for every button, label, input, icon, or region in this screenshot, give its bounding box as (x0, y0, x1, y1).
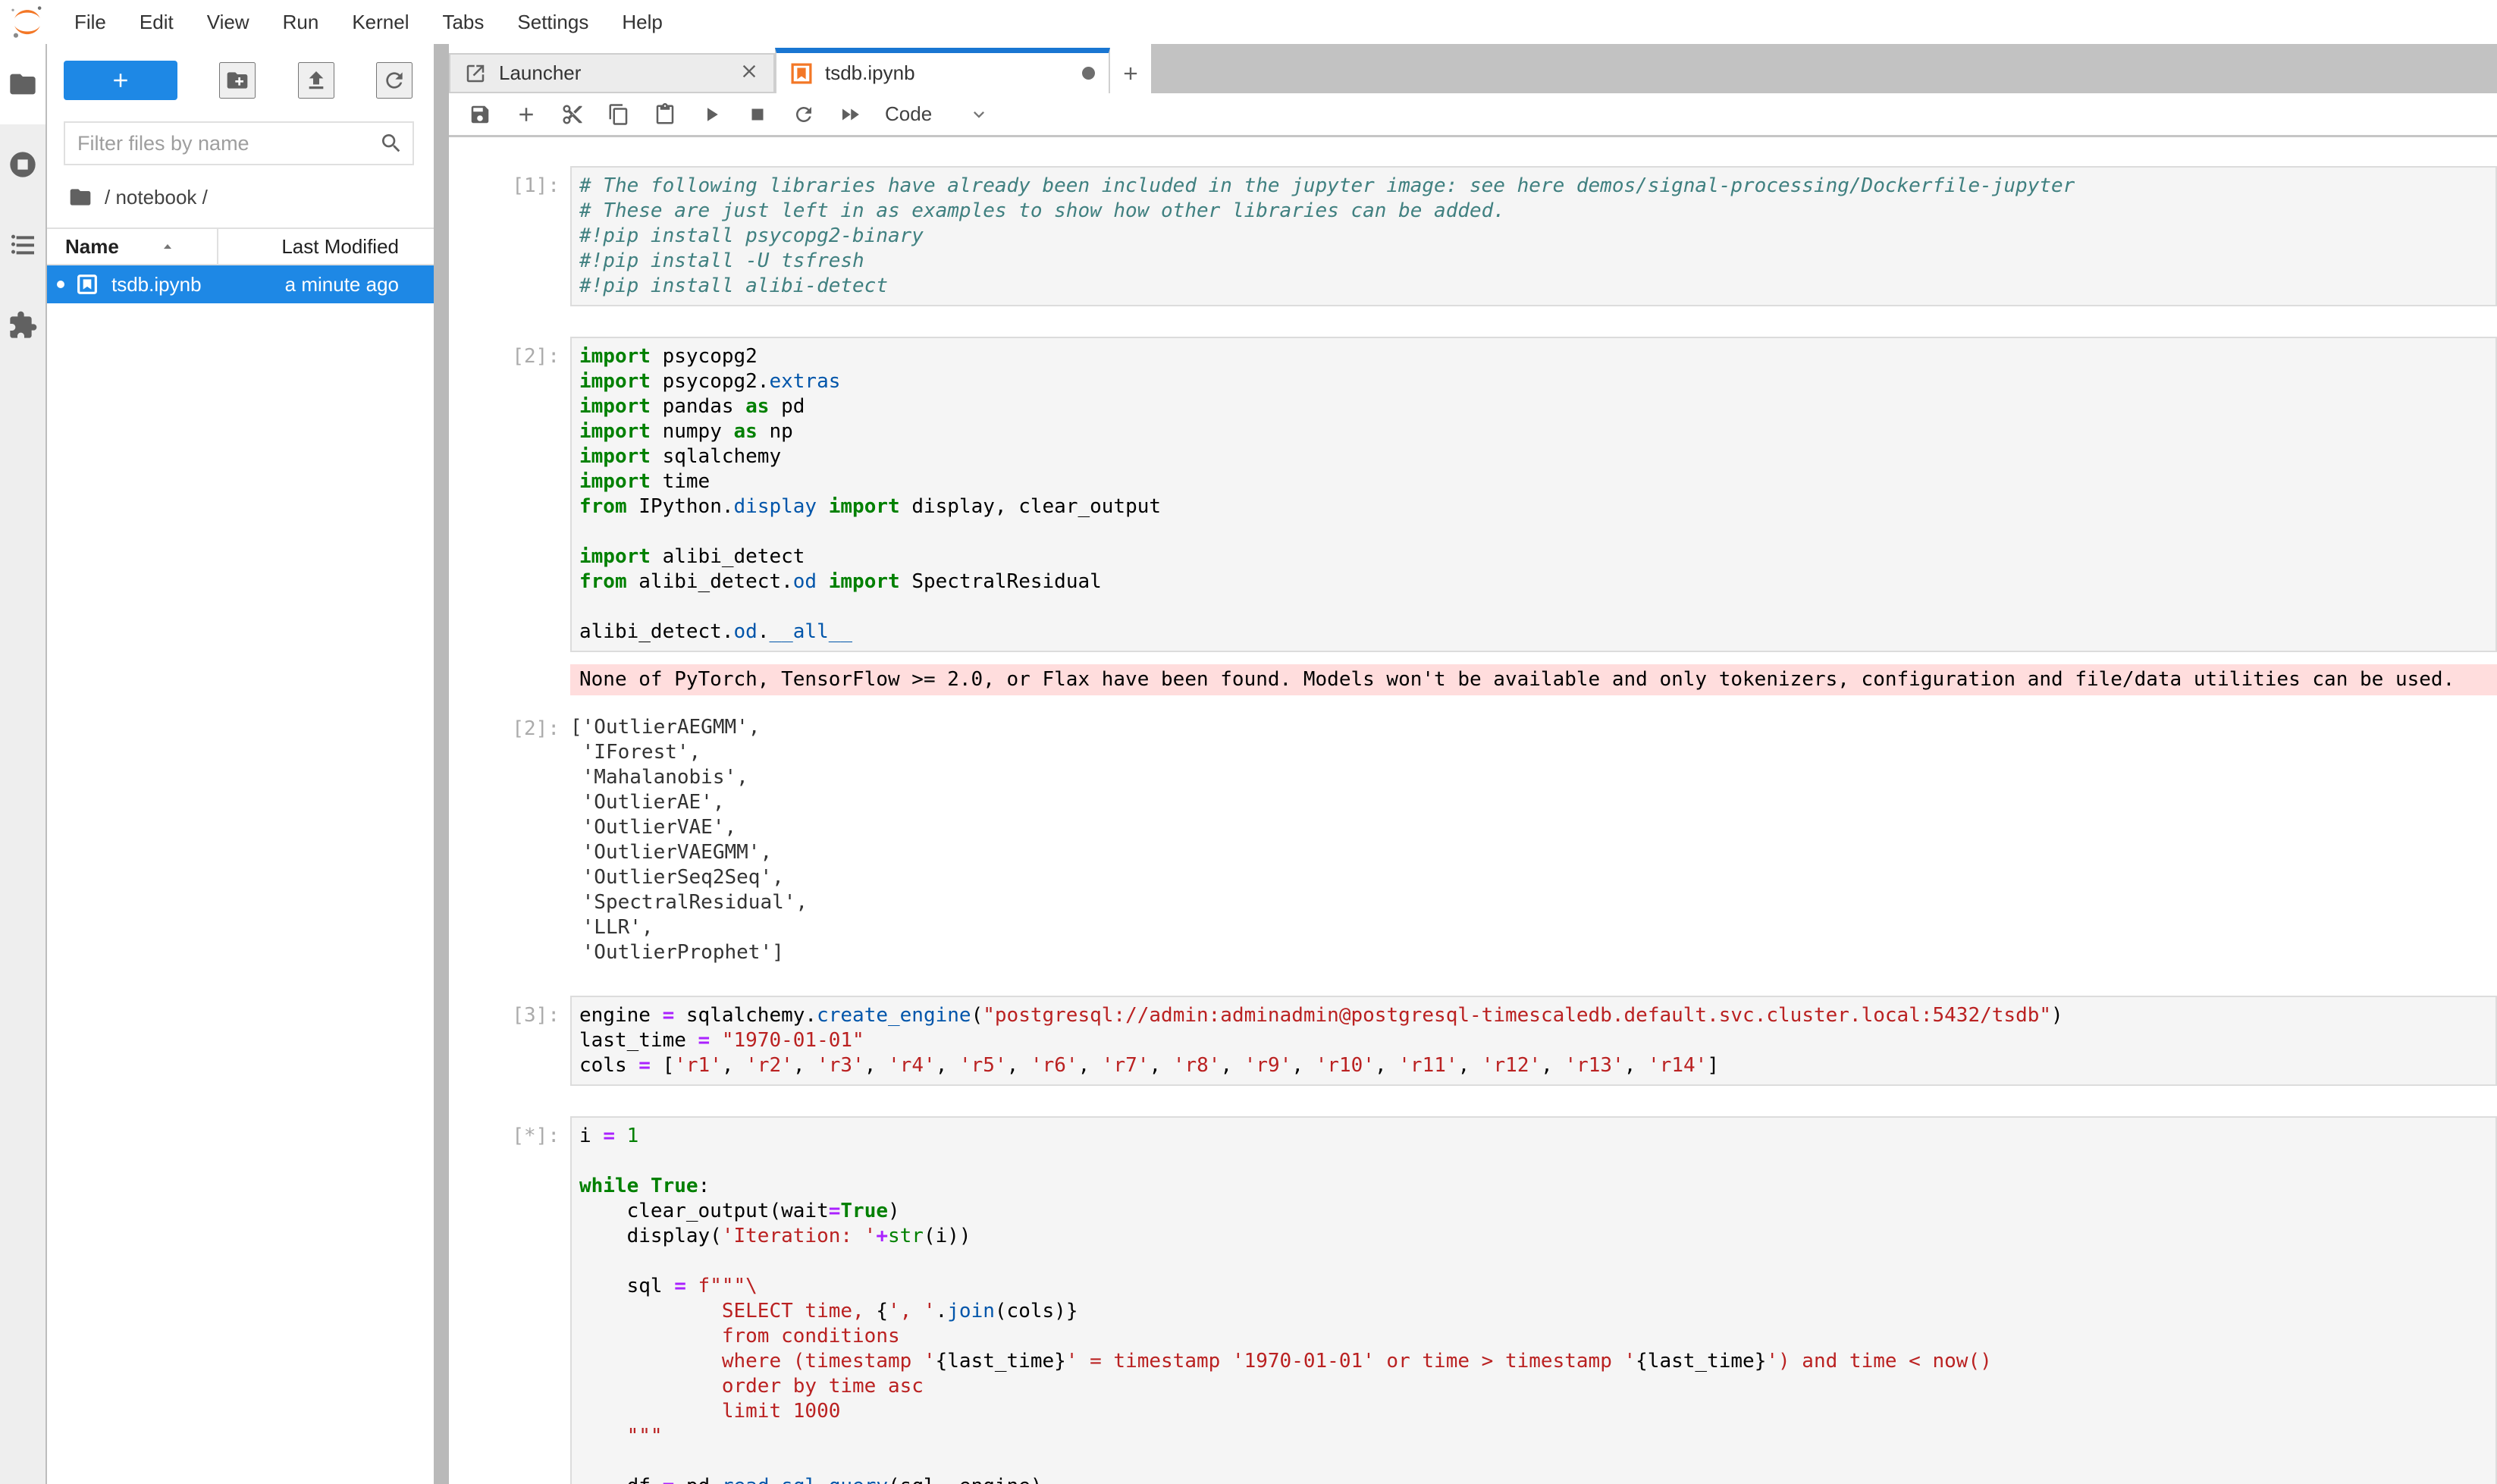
upload-icon (304, 68, 328, 93)
launcher-icon (464, 62, 487, 85)
file-modified: a minute ago (285, 273, 434, 296)
file-filter (64, 121, 414, 165)
menu-kernel[interactable]: Kernel (335, 0, 425, 44)
notebook-file-icon (75, 272, 99, 296)
tab-notebook-tsdb[interactable]: tsdb.ipynb (775, 48, 1110, 93)
tab-label: Launcher (499, 61, 581, 85)
puzzle-icon (8, 310, 38, 340)
toc-icon (8, 230, 38, 260)
new-folder-icon (225, 68, 249, 93)
input-prompt: [3]: (449, 996, 570, 1086)
new-launcher-button[interactable] (64, 61, 177, 100)
close-icon[interactable] (739, 61, 760, 86)
tab-launcher[interactable]: Launcher (449, 53, 775, 93)
output-text: ['OutlierAEGMM', 'IForest', 'Mahalanobis… (570, 709, 808, 965)
copy-button[interactable] (595, 96, 642, 133)
notebook: [1]:# The following libraries have alrea… (449, 137, 2497, 1484)
sort-ascending-icon (158, 237, 177, 256)
plus-icon (109, 69, 132, 92)
listing-header: Name Last Modified (47, 227, 434, 265)
restart-button[interactable] (780, 96, 827, 133)
run-all-icon (839, 103, 861, 126)
run-all-button[interactable] (827, 96, 873, 133)
output-prompt: [2]: (449, 709, 570, 965)
code-cell: [1]:# The following libraries have alrea… (449, 166, 2497, 306)
folder-icon (8, 69, 38, 99)
paste-icon (654, 103, 676, 126)
activity-bar (0, 44, 47, 1484)
unsaved-changes-dot-icon[interactable] (1082, 67, 1095, 80)
code-cell: [3]:engine = sqlalchemy.create_engine("p… (449, 996, 2497, 1086)
menu-tabs[interactable]: Tabs (425, 0, 500, 44)
folder-icon (68, 185, 93, 209)
chevron-down-icon (968, 104, 990, 125)
panel-splitter[interactable] (434, 44, 449, 1484)
menu-view[interactable]: View (190, 0, 266, 44)
menu-edit[interactable]: Edit (123, 0, 190, 44)
file-browser-panel: / notebook / Name Last Modified tsdb.ipy… (47, 44, 434, 1484)
breadcrumb[interactable]: / notebook / (68, 185, 434, 209)
notebook-icon (790, 62, 813, 85)
menu-run[interactable]: Run (266, 0, 336, 44)
refresh-icon (382, 68, 406, 93)
input-prompt: [*]: (449, 1116, 570, 1484)
tab-label: tsdb.ipynb (825, 61, 915, 85)
menu-items: FileEditViewRunKernelTabsSettingsHelp (58, 0, 679, 44)
cell-editor[interactable]: i = 1 while True: clear_output(wait=True… (570, 1116, 2497, 1484)
dock-panel: Launcher tsdb.ipynb Code [1] (449, 44, 2497, 1484)
save-button[interactable] (456, 96, 503, 133)
cell-editor[interactable]: engine = sqlalchemy.create_engine("postg… (570, 996, 2497, 1086)
cell-type-dropdown[interactable]: Code (885, 102, 990, 126)
restart-icon (792, 103, 815, 126)
cell-editor[interactable]: import psycopg2import psycopg2.extrasimp… (570, 337, 2497, 652)
file-browser-toolbar (64, 61, 413, 100)
save-icon (469, 103, 491, 126)
cut-button[interactable] (549, 96, 595, 133)
upload-button[interactable] (298, 62, 334, 99)
column-header-name[interactable]: Name (47, 229, 218, 264)
activity-item-running-sessions[interactable] (0, 124, 45, 205)
insert-icon (515, 103, 538, 126)
menu-settings[interactable]: Settings (500, 0, 605, 44)
file-name: tsdb.ipynb (111, 273, 202, 296)
file-row-tsdb[interactable]: tsdb.ipynb a minute ago (47, 265, 434, 303)
new-folder-button[interactable] (219, 62, 256, 99)
new-tab-button[interactable] (1110, 53, 1151, 93)
filter-files-input[interactable] (64, 121, 414, 165)
breadcrumb-path: / notebook / (105, 186, 208, 209)
unsaved-dot-icon (57, 281, 64, 288)
paste-button[interactable] (642, 96, 688, 133)
refresh-button[interactable] (376, 62, 413, 99)
stderr-output: None of PyTorch, TensorFlow >= 2.0, or F… (570, 664, 2497, 695)
menu-bar: FileEditViewRunKernelTabsSettingsHelp (0, 0, 2497, 44)
activity-item-file-browser[interactable] (0, 44, 45, 124)
cut-icon (561, 103, 584, 126)
running-icon (8, 149, 38, 180)
jupyter-logo-icon (9, 4, 45, 40)
tab-bar-filler (1151, 44, 2497, 93)
notebook-toolbar: Code (449, 93, 2497, 137)
activity-item-table-of-contents[interactable] (0, 205, 45, 285)
stop-button[interactable] (734, 96, 780, 133)
run-icon (700, 103, 723, 126)
menu-help[interactable]: Help (605, 0, 679, 44)
code-cell: [2]:import psycopg2import psycopg2.extra… (449, 337, 2497, 965)
input-prompt: [2]: (449, 337, 570, 652)
menu-file[interactable]: File (58, 0, 123, 44)
column-header-last-modified[interactable]: Last Modified (218, 235, 434, 259)
insert-button[interactable] (503, 96, 549, 133)
cell-editor[interactable]: # The following libraries have already b… (570, 166, 2497, 306)
tab-bar: Launcher tsdb.ipynb (449, 44, 2497, 93)
input-prompt: [1]: (449, 166, 570, 306)
activity-item-extensions[interactable] (0, 285, 45, 366)
stop-icon (746, 103, 769, 126)
copy-icon (607, 103, 630, 126)
run-button[interactable] (688, 96, 734, 133)
code-cell: [*]:i = 1 while True: clear_output(wait=… (449, 1116, 2497, 1484)
cell-type-value: Code (885, 102, 932, 126)
search-icon (379, 131, 403, 155)
